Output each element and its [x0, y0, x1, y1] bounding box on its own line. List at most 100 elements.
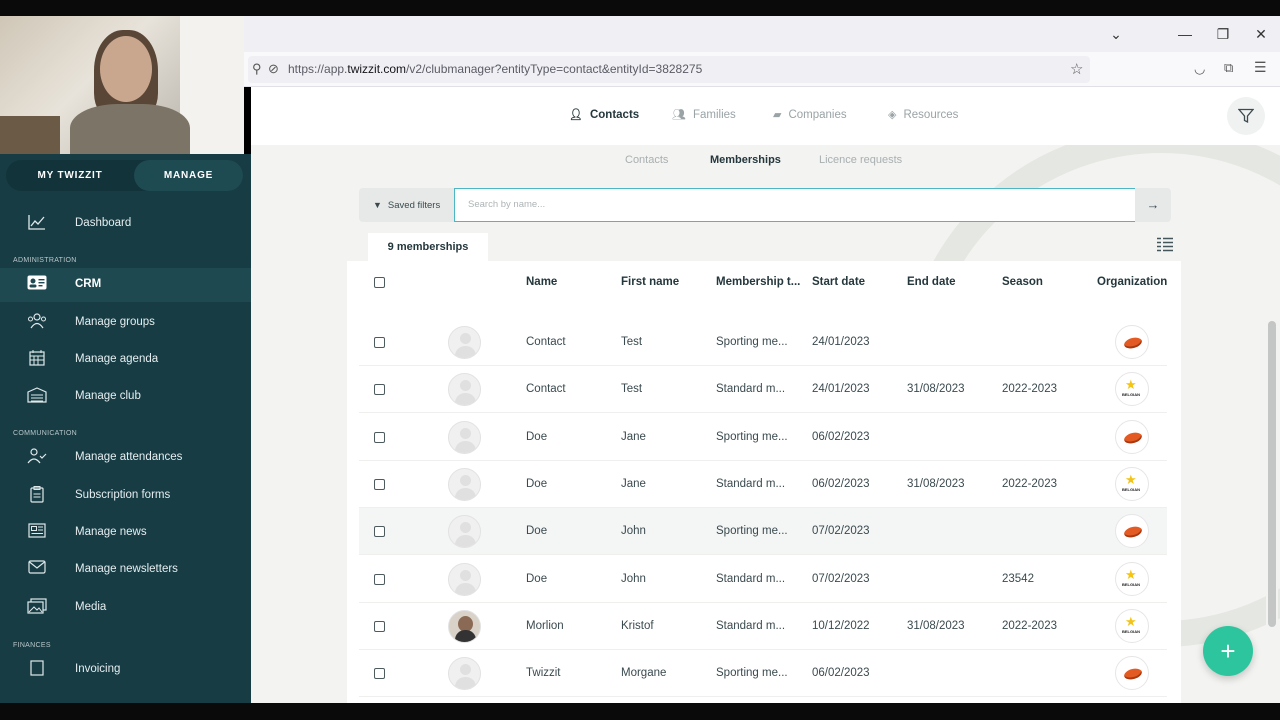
bookmark-star-icon[interactable]: ☆ [1070, 60, 1083, 78]
sidebar-item-label: Subscription forms [75, 489, 171, 501]
belgian-federation-logo: ★ BELGIAN [1115, 372, 1149, 407]
pocket-icon[interactable]: ◡ [1194, 61, 1205, 77]
header-membership-type[interactable]: Membership t... [716, 276, 800, 288]
cell-start-date: 07/02/2023 [812, 525, 870, 538]
box-icon: ◈ [888, 109, 897, 121]
cell-name: Doe [526, 525, 548, 538]
table-row[interactable]: Morlion Kristof Standard m... 10/12/2022 31/… [359, 603, 1167, 650]
select-all-checkbox[interactable] [374, 277, 385, 288]
top-black-bar [0, 0, 1280, 16]
disc-org-logo [1115, 656, 1149, 691]
avatar [448, 657, 481, 691]
images-icon [27, 598, 47, 618]
subtab-contacts[interactable]: Contacts [625, 154, 668, 166]
header-end-date[interactable]: End date [907, 276, 956, 288]
sidebar-item-label: Manage club [75, 390, 141, 402]
sidebar-item-invoicing[interactable]: Invoicing [0, 653, 251, 687]
row-checkbox[interactable] [374, 620, 385, 632]
row-checkbox[interactable] [374, 431, 385, 443]
manage-tab[interactable]: MANAGE [134, 160, 243, 191]
sidebar-item-manage-groups[interactable]: Manage groups [0, 306, 251, 340]
filter-button[interactable] [1227, 97, 1265, 135]
search-submit-button[interactable]: → [1135, 188, 1171, 222]
briefcase-icon: ▰ [773, 109, 782, 121]
table-row[interactable]: Twizzit Morgane Sporting me... 06/02/2023 [359, 650, 1167, 698]
sidebar-item-subscription-forms[interactable]: Subscription forms [0, 479, 251, 513]
close-icon[interactable]: ✕ [1251, 24, 1271, 44]
cell-end-date: 31/08/2023 [907, 383, 965, 396]
cell-membership-type: Standard m... [716, 572, 786, 585]
saved-filters-button[interactable]: ▼ Saved filters [359, 188, 455, 222]
sidebar-item-manage-news[interactable]: Manage news [0, 516, 251, 550]
belgian-federation-logo: ★ BELGIAN [1115, 466, 1149, 501]
newspaper-icon [27, 523, 47, 543]
plus-icon: + [1220, 636, 1236, 666]
sidebar-item-manage-club[interactable]: Manage club [0, 380, 251, 414]
sidebar: MY TWIZZIT MANAGE Dashboard ADMINISTRATI… [0, 154, 251, 703]
subtab-licence-requests[interactable]: Licence requests [819, 154, 902, 166]
header-start-date[interactable]: Start date [812, 276, 865, 288]
table-row[interactable]: Doe Jane Standard m... 06/02/2023 31/08/2023… [359, 461, 1167, 508]
row-checkbox[interactable] [374, 337, 385, 348]
row-checkbox[interactable] [374, 384, 385, 396]
contact-card-icon [27, 275, 47, 295]
url-text[interactable]: https://app.twizzit.com/v2/clubmanager?e… [288, 62, 702, 76]
menu-icon[interactable]: ☰ [1254, 59, 1267, 76]
sidebar-item-manage-agenda[interactable]: Manage agenda [0, 343, 251, 377]
header-first-name[interactable]: First name [621, 276, 679, 288]
sidebar-item-dashboard[interactable]: Dashboard [0, 207, 251, 241]
cell-name: Contact [526, 336, 566, 348]
sidebar-item-crm[interactable]: CRM [0, 268, 251, 302]
row-checkbox[interactable] [374, 573, 385, 585]
clipboard-icon [27, 486, 47, 506]
table-row[interactable]: Contact Test Sporting me... 24/01/2023 [359, 319, 1167, 366]
table-row[interactable]: Doe John Standard m... 07/02/2023 23542 ★ BELG… [359, 556, 1167, 603]
table-row[interactable]: Contact Test Standard m... 24/01/2023 31/08/… [359, 366, 1167, 414]
user-icon: 👤︎ [569, 109, 583, 121]
search-input[interactable]: Search by name... [454, 188, 1136, 222]
permissions-icon[interactable]: ⚲ [252, 61, 262, 77]
restore-icon[interactable]: ❐ [1213, 24, 1233, 44]
address-bar[interactable]: ⚲ ⊘ https://app.twizzit.com/v2/clubmanag… [248, 56, 1090, 83]
my-twizzit-tab[interactable]: MY TWIZZIT [6, 160, 134, 191]
cell-name: Doe [526, 572, 548, 585]
row-checkbox[interactable] [374, 478, 385, 490]
tab-resources[interactable]: ◈ Resources [888, 108, 958, 121]
page-scrollbar[interactable] [1266, 309, 1278, 703]
chart-line-icon [27, 214, 47, 234]
tab-companies[interactable]: ▰ Companies [773, 108, 847, 121]
minimize-icon[interactable]: — [1175, 24, 1195, 44]
table-header: Name First name Membership t... Start da… [347, 261, 1181, 304]
subtab-memberships[interactable]: Memberships [710, 154, 781, 166]
header-season[interactable]: Season [1002, 276, 1043, 288]
avatar [448, 515, 481, 549]
list-view-icon[interactable] [1156, 237, 1176, 255]
sidebar-item-label: CRM [75, 278, 102, 290]
belgian-federation-logo: ★ BELGIAN [1115, 608, 1149, 643]
header-name[interactable]: Name [526, 276, 557, 288]
sidebar-item-media[interactable]: Media [0, 591, 251, 625]
add-button[interactable]: + [1203, 626, 1253, 676]
cell-first-name: Test [621, 336, 643, 348]
tab-contacts[interactable]: 👤︎ Contacts [569, 108, 639, 121]
cell-start-date: 06/02/2023 [812, 477, 870, 490]
funnel-icon: ▼ [373, 200, 382, 210]
cell-start-date: 06/02/2023 [812, 667, 870, 680]
sidebar-item-manage-attendances[interactable]: Manage attendances [0, 441, 251, 475]
tab-families[interactable]: 👥︎ Families [672, 108, 736, 121]
tracking-icon[interactable]: ⊘ [268, 61, 279, 77]
table-row[interactable]: Doe Jane Sporting me... 06/02/2023 [359, 414, 1167, 461]
table-row[interactable]: Doe John Sporting me... 07/02/2023 [359, 508, 1167, 556]
cell-membership-type: Standard m... [716, 477, 786, 490]
tab-list-icon[interactable]: ⌄ [1106, 24, 1126, 44]
sidebar-item-manage-newsletters[interactable]: Manage newsletters [0, 553, 251, 587]
cell-membership-type: Sporting me... [716, 667, 788, 680]
avatar [448, 420, 481, 454]
header-organization[interactable]: Organization [1097, 276, 1167, 288]
webcam-overlay [0, 16, 244, 154]
extensions-icon[interactable]: ⧉ [1224, 60, 1233, 76]
sidebar-item-label: Manage attendances [75, 451, 183, 463]
row-checkbox[interactable] [374, 668, 385, 680]
row-checkbox[interactable] [374, 526, 385, 538]
belgian-federation-logo: ★ BELGIAN [1115, 561, 1149, 596]
